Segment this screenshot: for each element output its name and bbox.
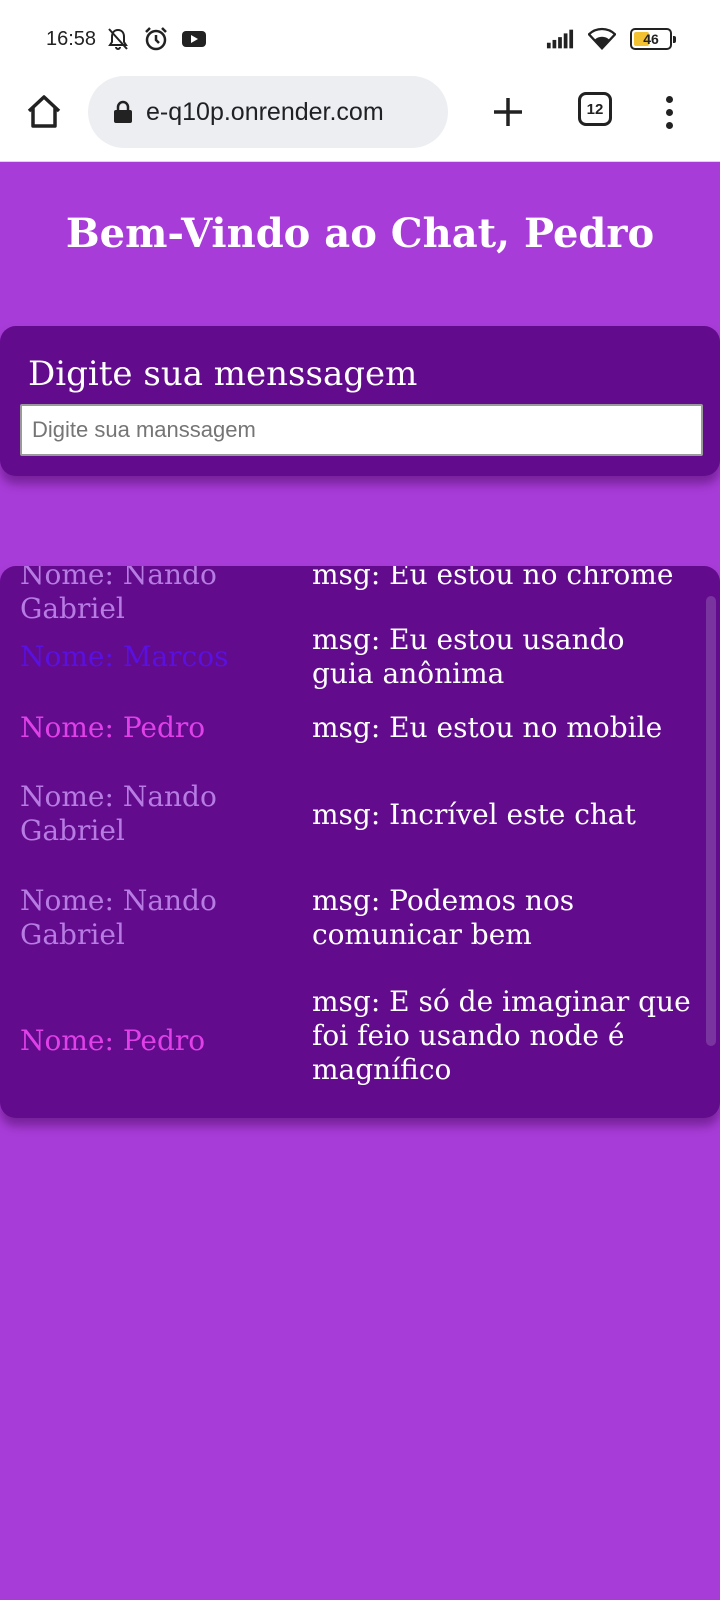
menu-dot-icon	[665, 108, 673, 116]
alarm-icon	[142, 26, 170, 52]
menu-dot-icon	[665, 95, 673, 103]
status-time: 16:58	[46, 28, 97, 50]
chat-message-row: Nome: Nando Gabriel msg: Podemos nos comu…	[0, 882, 720, 982]
status-left-icons	[104, 26, 208, 52]
lock-icon	[114, 100, 132, 123]
chat-list-panel[interactable]: Nome: Nando Gabriel msg: Eu estou no chro…	[0, 566, 720, 1118]
chat-message-text: msg: Incrível este chat	[312, 798, 636, 831]
wifi-icon	[588, 26, 616, 52]
message-label: Digite sua menssagem	[28, 354, 418, 394]
battery-level: 46	[643, 31, 659, 47]
url-text: e-q10p.onrender.com	[146, 97, 384, 126]
new-tab-button[interactable]	[486, 90, 530, 134]
chat-sender-name: Nome: Marcos	[20, 640, 229, 673]
bell-off-icon	[104, 26, 132, 52]
message-input[interactable]	[20, 404, 703, 456]
browser-toolbar: e-q10p.onrender.com 12	[0, 76, 720, 162]
scrollbar[interactable]	[706, 596, 716, 1046]
chat-sender-name: Nome: Nando Gabriel	[20, 884, 217, 951]
chat-message-row: Nome: Pedro msg: E só de imaginar que foi…	[0, 982, 720, 1100]
chat-message-text: msg: Eu estou no chrome	[312, 566, 674, 591]
tab-switcher-button[interactable]: 12	[578, 92, 612, 126]
menu-dot-icon	[665, 121, 673, 129]
chat-message-row: Nome: Nando Gabriel msg: Eu estou no chro…	[0, 566, 720, 625]
chat-message-row: Nome: Pedro msg: Eu estou no mobile	[0, 708, 720, 778]
youtube-icon	[180, 26, 208, 52]
more-menu-button[interactable]	[654, 90, 684, 134]
address-bar[interactable]: e-q10p.onrender.com	[88, 76, 448, 148]
chat-sender-name: Nome: Pedro	[20, 711, 206, 744]
chat-message-text: msg: E só de imaginar que foi feio usand…	[312, 985, 691, 1086]
chat-sender-name: Nome: Nando Gabriel	[20, 780, 217, 847]
battery-icon: 46	[630, 28, 676, 50]
chat-message-row: Nome: Nando Gabriel msg: Incrível este ch…	[0, 778, 720, 882]
page-title: Bem-Vindo ao Chat, Pedro	[65, 210, 655, 257]
signal-icon	[546, 26, 574, 52]
chat-message-text: msg: Podemos nos comunicar bem	[312, 884, 575, 951]
chat-sender-name: Nome: Pedro	[20, 1024, 206, 1057]
chat-message-text: msg: Eu estou no mobile	[312, 711, 663, 744]
chat-sender-name: Nome: Nando Gabriel	[20, 566, 217, 625]
status-right-icons: 46	[546, 26, 676, 52]
home-button[interactable]	[22, 90, 66, 134]
plus-icon	[494, 98, 522, 126]
chat-message-row: Nome: Marcos msg: Eu estou usando guia an…	[0, 622, 720, 708]
message-form: Digite sua menssagem	[0, 326, 720, 476]
home-icon	[27, 95, 61, 128]
chat-list: Nome: Nando Gabriel msg: Eu estou no chro…	[0, 566, 720, 1100]
status-bar: 16:58 46	[0, 0, 720, 76]
chat-message-text: msg: Eu estou usando guia anônima	[312, 623, 625, 690]
